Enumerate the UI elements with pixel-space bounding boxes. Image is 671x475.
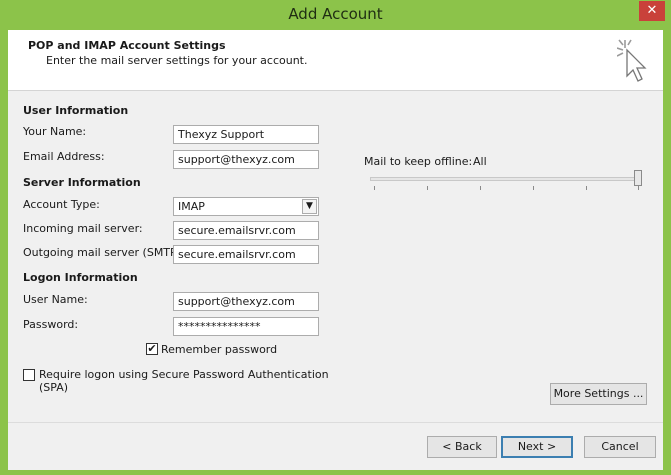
outgoing-server-input[interactable]: secure.emailsrvr.com [173,245,319,264]
back-button[interactable]: < Back [427,436,497,458]
user-name-input[interactable]: support@thexyz.com [173,292,319,311]
your-name-input[interactable]: Thexyz Support [173,125,319,144]
server-information-heading: Server Information [23,176,141,189]
more-settings-button[interactable]: More Settings ... [550,383,647,405]
incoming-server-input[interactable]: secure.emailsrvr.com [173,221,319,240]
password-input[interactable]: *************** [173,317,319,336]
slider-tick [374,186,375,190]
account-type-value: IMAP [178,200,205,213]
close-icon: ✕ [646,3,658,18]
close-button[interactable]: ✕ [639,1,665,21]
checkmark-icon: ✔ [147,342,157,355]
mail-offline-value: All [473,155,487,168]
slider-tick [586,186,587,190]
remember-password-checkbox[interactable]: ✔ [146,343,158,355]
slider-tick [638,186,639,190]
user-name-label: User Name: [23,293,88,306]
header-title: POP and IMAP Account Settings [28,39,226,52]
slider-tick [533,186,534,190]
cancel-button[interactable]: Cancel [584,436,656,458]
spa-label-line1[interactable]: Require logon using Secure Password Auth… [39,368,329,381]
dialog-body: POP and IMAP Account Settings Enter the … [8,30,663,470]
title-bar[interactable]: Add Account ✕ [0,0,671,30]
email-address-label: Email Address: [23,150,105,163]
header-subtitle: Enter the mail server settings for your … [46,54,308,67]
chevron-down-icon[interactable]: ▼ [302,199,317,214]
spa-checkbox[interactable] [23,369,35,381]
slider-tick [480,186,481,190]
logon-information-heading: Logon Information [23,271,138,284]
slider-tick [427,186,428,190]
account-type-select[interactable]: IMAP ▼ [173,197,319,216]
add-account-window: Add Account ✕ POP and IMAP Account Setti… [0,0,671,475]
dialog-header: POP and IMAP Account Settings Enter the … [8,30,663,91]
footer-divider [8,422,663,423]
outgoing-server-label: Outgoing mail server (SMTP): [23,246,185,259]
email-address-input[interactable]: support@thexyz.com [173,150,319,169]
cursor-click-icon [617,39,647,82]
next-button[interactable]: Next > [501,436,573,458]
remember-password-label[interactable]: Remember password [161,343,277,356]
account-type-label: Account Type: [23,198,100,211]
user-information-heading: User Information [23,104,129,117]
spa-label-line2[interactable]: (SPA) [39,381,68,394]
incoming-server-label: Incoming mail server: [23,222,143,235]
password-label: Password: [23,318,79,331]
offline-slider-thumb[interactable] [634,170,642,186]
mail-offline-label: Mail to keep offline: [364,155,473,168]
window-title: Add Account [288,5,383,23]
your-name-label: Your Name: [23,125,87,138]
offline-slider-track[interactable] [370,177,640,181]
